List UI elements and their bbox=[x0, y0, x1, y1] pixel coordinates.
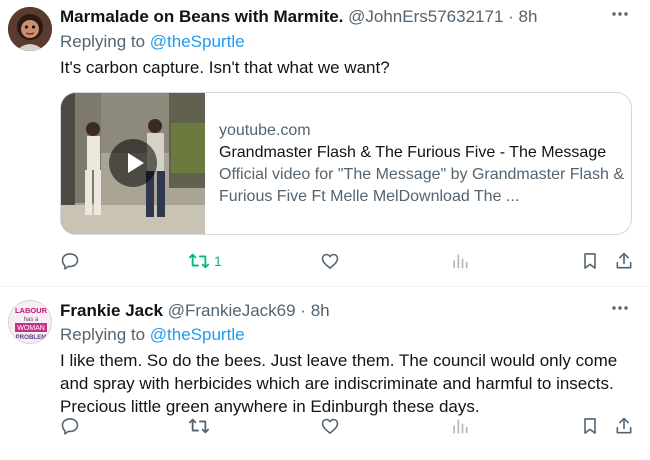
avatar-sign-text: PROBLEM bbox=[16, 334, 47, 341]
tweet-header: Marmalade on Beans with Marmite. @JohnEr… bbox=[60, 6, 537, 28]
author-handle[interactable]: @FrankieJack69 bbox=[168, 301, 296, 320]
retweet-icon bbox=[189, 418, 209, 434]
card-text: youtube.com Grandmaster Flash & The Furi… bbox=[219, 120, 624, 208]
tweet[interactable]: Marmalade on Beans with Marmite. @JohnEr… bbox=[0, 0, 650, 286]
heart-icon bbox=[321, 253, 339, 269]
retweet-count: 1 bbox=[214, 253, 222, 269]
share-button[interactable] bbox=[614, 248, 634, 274]
avatar-sign-text: has a bbox=[24, 317, 39, 323]
avatar-sign-text: WOMAN bbox=[17, 325, 45, 332]
analytics-icon bbox=[453, 419, 468, 434]
bookmark-icon bbox=[584, 253, 596, 269]
avatar[interactable]: LABOUR has a WOMAN PROBLEM bbox=[8, 300, 52, 344]
views-button[interactable] bbox=[450, 248, 470, 274]
play-icon[interactable] bbox=[109, 139, 157, 187]
more-icon[interactable] bbox=[608, 4, 632, 26]
timestamp[interactable]: 8h bbox=[519, 7, 538, 26]
avatar[interactable] bbox=[8, 7, 52, 51]
retweet-icon bbox=[189, 253, 209, 269]
share-icon bbox=[616, 252, 632, 269]
more-icon[interactable] bbox=[608, 298, 632, 320]
share-button[interactable] bbox=[614, 413, 634, 439]
replying-to-label: Replying to bbox=[60, 325, 146, 344]
separator-dot: · bbox=[300, 301, 306, 320]
bookmark-button[interactable] bbox=[580, 413, 600, 439]
link-card[interactable]: youtube.com Grandmaster Flash & The Furi… bbox=[60, 92, 632, 235]
tweet[interactable]: LABOUR has a WOMAN PROBLEM Frankie Jack … bbox=[0, 287, 650, 460]
like-button[interactable] bbox=[320, 248, 340, 274]
like-button[interactable] bbox=[320, 413, 340, 439]
card-title: Grandmaster Flash & The Furious Five - T… bbox=[219, 144, 607, 161]
avatar-sign-text: LABOUR bbox=[15, 306, 48, 315]
retweet-button[interactable]: 1 bbox=[188, 248, 222, 274]
replying-to: Replying to @theSpurtle bbox=[60, 31, 245, 53]
bookmark-button[interactable] bbox=[580, 248, 600, 274]
action-bar bbox=[52, 413, 642, 439]
tweet-text: It's carbon capture. Isn't that what we … bbox=[60, 58, 390, 77]
timestamp[interactable]: 8h bbox=[311, 301, 330, 320]
bookmark-icon bbox=[584, 418, 596, 434]
views-button[interactable] bbox=[450, 413, 470, 439]
retweet-button[interactable] bbox=[188, 413, 210, 439]
share-icon bbox=[616, 417, 632, 434]
tweet-text: I like them. So do the bees. Just leave … bbox=[60, 351, 618, 416]
card-description: Official video for "The Message" by Gran… bbox=[219, 166, 625, 205]
author-name[interactable]: Frankie Jack bbox=[60, 301, 163, 320]
replying-to-label: Replying to bbox=[60, 32, 146, 51]
separator-dot: · bbox=[508, 7, 514, 26]
action-bar: 1 bbox=[52, 248, 642, 274]
reply-icon bbox=[61, 253, 79, 270]
replying-to: Replying to @theSpurtle bbox=[60, 324, 245, 346]
reply-button[interactable] bbox=[60, 248, 80, 274]
mention-link[interactable]: @theSpurtle bbox=[150, 32, 245, 51]
mention-link[interactable]: @theSpurtle bbox=[150, 325, 245, 344]
video-thumbnail[interactable] bbox=[61, 93, 205, 234]
author-name[interactable]: Marmalade on Beans with Marmite. bbox=[60, 7, 343, 26]
card-domain: youtube.com bbox=[219, 122, 311, 139]
analytics-icon bbox=[453, 254, 468, 269]
heart-icon bbox=[321, 418, 339, 434]
author-handle[interactable]: @JohnErs57632171 bbox=[348, 7, 503, 26]
tweet-header: Frankie Jack @FrankieJack69 · 8h bbox=[60, 300, 330, 322]
reply-button[interactable] bbox=[60, 413, 80, 439]
reply-icon bbox=[61, 418, 79, 435]
